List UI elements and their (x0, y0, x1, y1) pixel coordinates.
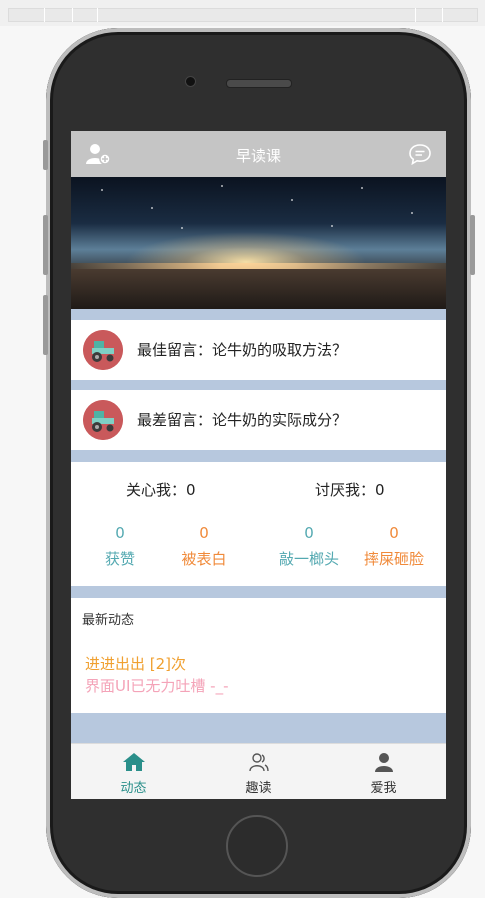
hate-count: 讨厌我：0 (315, 481, 385, 499)
volume-down-button (43, 295, 48, 355)
tab-dynamics[interactable]: 动态 (71, 744, 196, 799)
tab-fun-reading[interactable]: 趣读 (196, 744, 321, 799)
likes-button[interactable]: 获赞 (75, 548, 165, 569)
smash-button[interactable]: 摔屎砸脸 (349, 548, 439, 569)
user-icon (374, 753, 393, 772)
top-navbar: 早读课 (71, 131, 446, 177)
bottom-tabbar: 动态 趣读 爱我 (71, 743, 446, 799)
app-screen: 早读课 最佳留言：论牛奶的吸取方法？ 最差留言：论牛奶的实际成分？ 关心我：0 … (71, 131, 446, 799)
hammer-value: 0 (304, 524, 314, 542)
home-icon (122, 753, 145, 771)
news-item: 进进出出 [2]次 (85, 655, 187, 673)
tab-label: 动态 (120, 781, 147, 796)
ruler-tick (415, 8, 416, 22)
page-title: 早读课 (235, 147, 281, 165)
home-button[interactable] (226, 815, 288, 877)
ruler-tick (97, 8, 98, 22)
earpiece-speaker (226, 79, 292, 88)
news-title: 最新动态 (82, 613, 135, 628)
ruler-tick (44, 8, 45, 22)
stats-panel: 关心我：0 讨厌我：0 0 获赞 0 被表白 0 敲一榔头 0 摔屎砸脸 (71, 462, 446, 586)
ruler-bar (0, 0, 485, 26)
best-message-label: 最佳留言：论牛奶的吸取方法？ (137, 341, 348, 359)
power-button (470, 215, 475, 275)
tab-love-me[interactable]: 爱我 (321, 744, 446, 799)
best-message-row[interactable]: 最佳留言：论牛奶的吸取方法？ (71, 320, 446, 380)
tractor-avatar-icon (83, 330, 123, 370)
confessions-value: 0 (199, 524, 209, 542)
mute-switch (43, 140, 48, 170)
worst-message-row[interactable]: 最差留言：论牛奶的实际成分？ (71, 390, 446, 450)
news-panel: 最新动态 进进出出 [2]次 界面UI已无力吐槽 -_- (71, 598, 446, 713)
worst-message-label: 最差留言：论牛奶的实际成分？ (137, 411, 348, 429)
hammer-button[interactable]: 敲一榔头 (264, 548, 354, 569)
care-count: 关心我：0 (126, 481, 196, 499)
tab-label: 趣读 (245, 781, 272, 796)
likes-value: 0 (115, 524, 125, 542)
tab-label: 爱我 (370, 781, 397, 796)
ruler-tick (442, 8, 443, 22)
tractor-avatar-icon (83, 400, 123, 440)
smash-value: 0 (389, 524, 399, 542)
confessions-button[interactable]: 被表白 (159, 548, 249, 569)
news-item: 界面UI已无力吐槽 -_- (85, 677, 229, 695)
ruler-track (8, 8, 478, 22)
users-icon (248, 753, 269, 772)
banner-image (71, 177, 446, 309)
volume-up-button (43, 215, 48, 275)
chat-icon[interactable] (408, 143, 432, 165)
ruler-tick (72, 8, 73, 22)
front-camera (185, 76, 196, 87)
